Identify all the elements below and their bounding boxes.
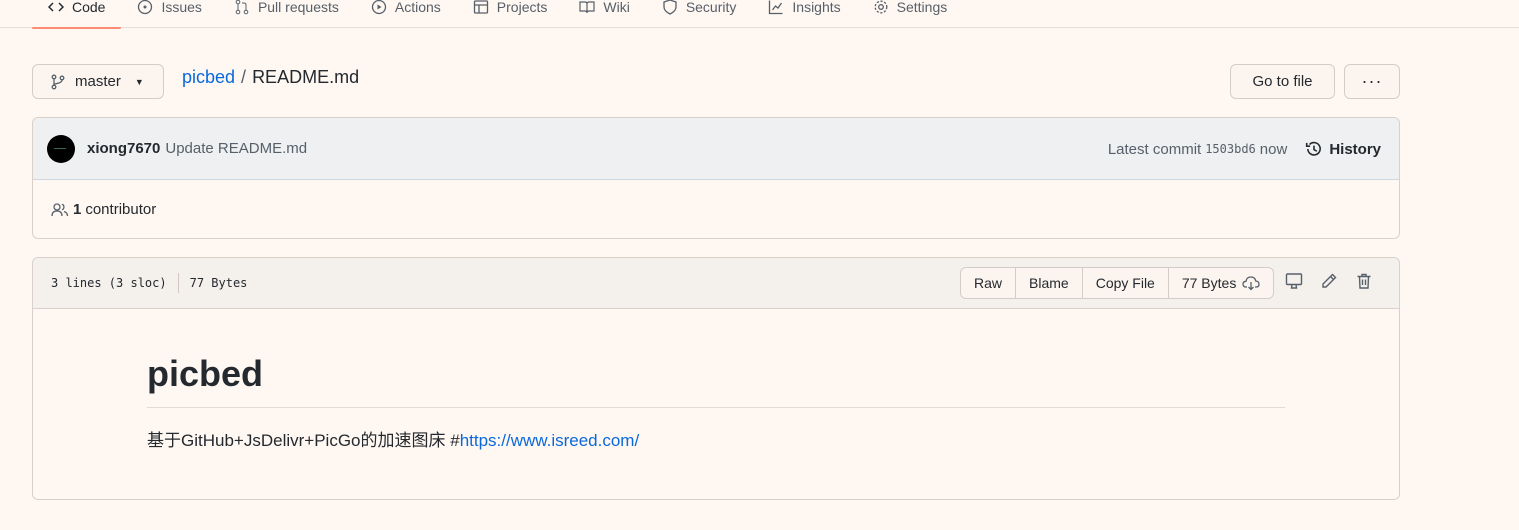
history-icon [1306,141,1322,156]
readme-paragraph: 基于GitHub+JsDelivr+PicGo的加速图床 #https://ww… [147,426,1285,451]
latest-commit-label: Latest commit [1107,140,1202,158]
tab-pull-requests[interactable]: Pull requests [218,0,355,28]
avatar[interactable] [47,134,75,163]
breadcrumb: picbed / README.md [182,67,359,88]
code-icon [48,1,64,12]
history-label: History [1329,140,1381,158]
file-line-count: 3 lines (3 sloc) [51,276,167,290]
tab-security[interactable]: Security [646,0,753,28]
contributor-count: 1 [73,201,82,218]
repo-tab-nav: Code Issues Pull requests Actions Projec… [0,0,1519,29]
branch-name: master [75,73,121,90]
people-icon [51,202,69,216]
file-actions-group: Raw Blame Copy File 77 Bytes [960,267,1275,299]
tab-label: Security [685,0,737,15]
commit-message-link[interactable]: Update README.md [165,140,307,157]
commit-meta: Latest commit 1503bd6 now History [1108,118,1381,180]
more-options-button[interactable]: ··· [1344,64,1400,99]
breadcrumb-separator: / [241,67,247,87]
book-icon [579,0,595,13]
graph-icon [769,0,783,14]
download-size-label: 77 Bytes [1181,275,1237,291]
pull-request-icon [235,0,249,14]
file-size: 77 Bytes [189,276,248,290]
file-tools [1285,272,1373,290]
readme-text: 基于GitHub+JsDelivr+PicGo的加速图床 # [147,431,460,450]
tab-wiki[interactable]: Wiki [563,0,645,28]
file-header: 3 lines (3 sloc) 77 Bytes Raw Blame Copy… [33,258,1399,309]
commit-author-link[interactable]: xiong7670 [87,140,160,157]
gear-icon [874,0,888,13]
play-icon [371,0,387,14]
latest-commit-header: xiong7670 Update README.md Latest commit… [33,118,1399,180]
cloud-download-icon [1242,276,1260,291]
tab-settings[interactable]: Settings [857,0,964,28]
shield-icon [663,0,677,15]
tab-label: Projects [496,0,548,15]
git-branch-icon [51,74,65,89]
branch-select-button[interactable]: master ▼ [32,64,164,99]
raw-button[interactable]: Raw [961,268,1017,298]
contributor-label: contributor [85,201,157,218]
tab-label: Pull requests [257,0,339,15]
breadcrumb-file-name: README.md [252,67,360,87]
table-icon [473,0,488,14]
breadcrumb-repo-link[interactable]: picbed [182,67,235,88]
tab-issues[interactable]: Issues [121,0,217,28]
readme-link[interactable]: https://www.isreed.com/ [460,431,640,450]
copy-file-button[interactable]: Copy File [1083,268,1169,298]
divider [177,273,179,293]
go-to-file-button[interactable]: Go to file [1230,64,1335,99]
tab-projects[interactable]: Projects [457,0,564,28]
download-button[interactable]: 77 Bytes [1169,268,1273,298]
tab-label: Wiki [603,0,630,15]
tab-label: Code [72,0,106,15]
tab-label: Settings [896,0,948,15]
issue-icon [138,0,153,14]
commit-sha-link[interactable]: 1503bd6 [1205,142,1256,156]
tab-label: Actions [394,0,441,15]
trash-icon[interactable] [1355,272,1373,290]
tab-insights[interactable]: Insights [752,0,856,28]
tab-actions[interactable]: Actions [355,0,457,28]
tab-code[interactable]: Code [32,0,122,29]
contributors-row[interactable]: 1 contributor [33,180,1399,238]
tab-label: Issues [161,0,202,15]
kebab-horizontal-icon: ··· [1361,71,1383,91]
commit-info-box: xiong7670 Update README.md Latest commit… [32,117,1400,239]
readme-heading: picbed [147,353,1285,408]
commit-time: now [1259,140,1288,158]
caret-down-icon: ▼ [134,76,144,87]
file-viewer: 3 lines (3 sloc) 77 Bytes Raw Blame Copy… [32,257,1400,500]
desktop-icon[interactable] [1285,272,1303,290]
tab-label: Insights [792,0,841,15]
blame-button[interactable]: Blame [1016,268,1083,298]
pencil-icon[interactable] [1320,272,1338,290]
readme-content: picbed 基于GitHub+JsDelivr+PicGo的加速图床 #htt… [33,309,1399,451]
history-link[interactable]: History [1305,140,1381,158]
